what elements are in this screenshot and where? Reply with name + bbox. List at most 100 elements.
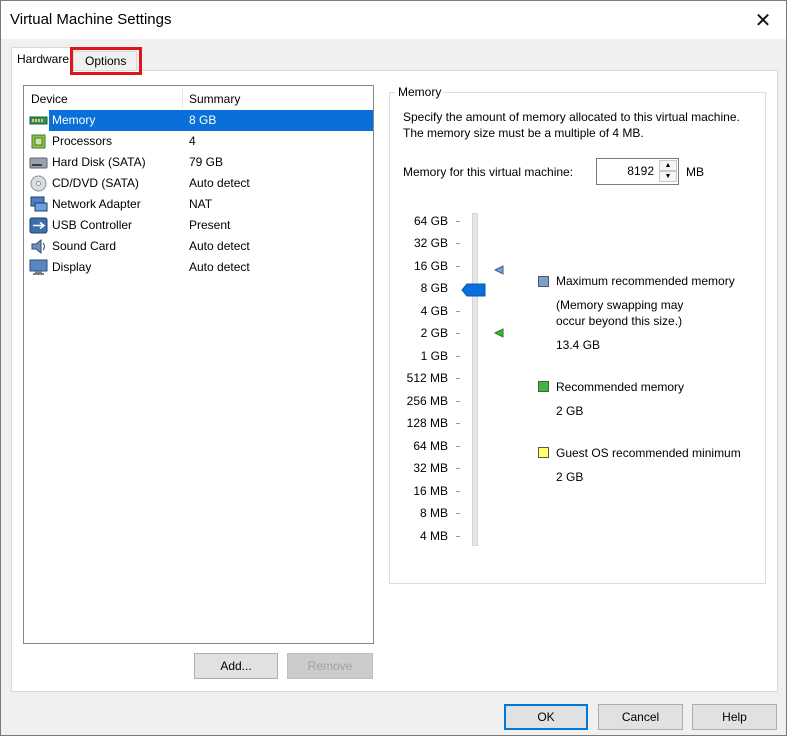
guest-minimum-swatch-icon bbox=[538, 447, 549, 458]
recommended-value: 2 GB bbox=[556, 404, 584, 418]
memory-description: Specify the amount of memory allocated t… bbox=[403, 110, 740, 140]
scale-tick bbox=[456, 356, 460, 357]
window-title: Virtual Machine Settings bbox=[10, 11, 172, 28]
guest-minimum-value: 2 GB bbox=[556, 470, 584, 484]
device-name: Sound Card bbox=[52, 239, 117, 253]
recommended-marker-icon bbox=[494, 328, 504, 338]
scale-tick bbox=[456, 536, 460, 537]
summary-column-header[interactable]: Summary bbox=[189, 92, 240, 106]
device-row-memory[interactable]: Memory 8 GB bbox=[27, 110, 373, 131]
device-column-header[interactable]: Device bbox=[31, 92, 68, 106]
device-summary: NAT bbox=[189, 197, 213, 211]
guest-minimum-title: Guest OS recommended minimum bbox=[556, 446, 741, 460]
title-bar: Virtual Machine Settings ✕ bbox=[1, 1, 786, 39]
usb-icon bbox=[29, 217, 48, 234]
cd-dvd-icon bbox=[30, 175, 47, 192]
memory-icon bbox=[29, 116, 48, 125]
memory-unit-label: MB bbox=[686, 165, 704, 179]
device-name: CD/DVD (SATA) bbox=[52, 176, 139, 190]
scale-tick bbox=[456, 333, 460, 334]
scale-label: 8 MB bbox=[419, 506, 448, 520]
scale-tick bbox=[456, 491, 460, 492]
device-summary: Auto detect bbox=[189, 239, 250, 253]
memory-size-value[interactable]: 8192 bbox=[627, 164, 654, 178]
scale-tick bbox=[456, 468, 460, 469]
device-summary: Auto detect bbox=[189, 176, 250, 190]
scale-label: 64 GB bbox=[413, 214, 448, 228]
device-name: Hard Disk (SATA) bbox=[52, 155, 146, 169]
device-name: Display bbox=[52, 260, 92, 274]
speaker-icon bbox=[31, 238, 45, 255]
memory-slider-thumb[interactable] bbox=[461, 283, 486, 297]
remove-device-button[interactable]: Remove bbox=[287, 653, 373, 679]
scale-tick bbox=[456, 266, 460, 267]
close-button[interactable]: ✕ bbox=[740, 1, 786, 39]
device-summary: Auto detect bbox=[189, 260, 250, 274]
device-row-sound-card[interactable]: Sound Card Auto detect bbox=[27, 236, 373, 257]
device-summary: 8 GB bbox=[186, 110, 373, 131]
scale-tick bbox=[456, 311, 460, 312]
max-recommended-value: 13.4 GB bbox=[556, 338, 601, 352]
device-row-display[interactable]: Display Auto detect bbox=[27, 257, 373, 278]
device-name: Network Adapter bbox=[52, 197, 141, 211]
memory-group-label: Memory bbox=[395, 85, 445, 99]
network-adapter-icon bbox=[30, 196, 48, 212]
scale-label: 32 MB bbox=[413, 461, 448, 475]
device-list-header: Device Summary bbox=[24, 86, 373, 110]
close-icon[interactable]: ✕ bbox=[755, 8, 772, 33]
memory-size-stepper[interactable]: 8192 ▲ ▼ bbox=[596, 158, 679, 185]
scale-tick bbox=[456, 446, 460, 447]
scale-tick bbox=[456, 423, 460, 424]
scale-label: 16 MB bbox=[413, 484, 448, 498]
memory-field-label: Memory for this virtual machine: bbox=[403, 165, 574, 179]
max-recommended-note-2: occur beyond this size.) bbox=[556, 314, 683, 328]
scale-label: 512 MB bbox=[406, 371, 448, 385]
scale-tick bbox=[456, 401, 460, 402]
scale-tick bbox=[456, 513, 460, 514]
processor-icon bbox=[31, 134, 46, 149]
vm-settings-window: Virtual Machine Settings ✕ Hardware Opti… bbox=[0, 0, 787, 736]
column-separator[interactable] bbox=[182, 88, 183, 108]
device-row-network-adapter[interactable]: Network Adapter NAT bbox=[27, 194, 373, 215]
device-name: USB Controller bbox=[52, 218, 133, 232]
memory-slider-track[interactable] bbox=[472, 213, 478, 546]
scale-label: 8 GB bbox=[420, 281, 448, 295]
recommended-title: Recommended memory bbox=[556, 380, 685, 394]
scale-tick bbox=[456, 221, 460, 222]
scale-label: 64 MB bbox=[413, 439, 448, 453]
scale-label: 4 GB bbox=[420, 304, 448, 318]
scale-label: 128 MB bbox=[406, 416, 448, 430]
max-recommended-swatch-icon bbox=[538, 276, 549, 287]
monitor-icon bbox=[29, 259, 48, 275]
device-row-cd-dvd[interactable]: CD/DVD (SATA) Auto detect bbox=[27, 173, 373, 194]
help-button[interactable]: Help bbox=[692, 704, 777, 730]
cancel-button[interactable]: Cancel bbox=[598, 704, 683, 730]
ok-button[interactable]: OK bbox=[504, 704, 588, 730]
device-name: Memory bbox=[49, 110, 99, 131]
spin-up-icon[interactable]: ▲ bbox=[659, 160, 677, 171]
scale-label: 1 GB bbox=[420, 349, 448, 363]
device-list[interactable]: Device Summary Memory 8 GB Processors 4 bbox=[23, 85, 374, 644]
device-name: Processors bbox=[52, 134, 113, 148]
tab-hardware[interactable]: Hardware bbox=[11, 47, 73, 71]
max-recommended-note-1: (Memory swapping may bbox=[556, 298, 684, 312]
device-row-hard-disk[interactable]: Hard Disk (SATA) 79 GB bbox=[27, 152, 373, 173]
scale-tick bbox=[456, 378, 460, 379]
scale-label: 256 MB bbox=[406, 394, 448, 408]
scale-tick bbox=[456, 243, 460, 244]
scale-label: 16 GB bbox=[413, 259, 448, 273]
device-summary: 79 GB bbox=[189, 155, 224, 169]
scale-label: 32 GB bbox=[413, 236, 448, 250]
device-row-usb-controller[interactable]: USB Controller Present bbox=[27, 215, 373, 236]
device-summary: Present bbox=[189, 218, 231, 232]
device-row-processors[interactable]: Processors 4 bbox=[27, 131, 373, 152]
add-device-button[interactable]: Add... bbox=[194, 653, 278, 679]
scale-label: 2 GB bbox=[420, 326, 448, 340]
recommended-swatch-icon bbox=[538, 381, 549, 392]
device-summary: 4 bbox=[189, 134, 196, 148]
spin-down-icon[interactable]: ▼ bbox=[659, 171, 677, 182]
max-recommended-marker-icon bbox=[494, 265, 504, 275]
scale-label: 4 MB bbox=[419, 529, 448, 543]
hard-disk-icon bbox=[29, 157, 48, 169]
options-tab-highlight bbox=[70, 47, 142, 75]
